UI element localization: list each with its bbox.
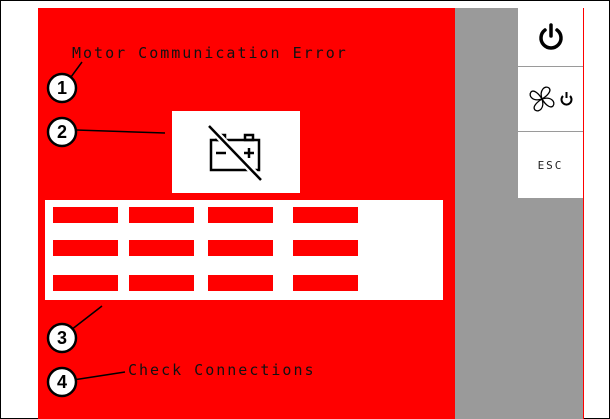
callout-4: 4 <box>46 366 82 402</box>
callout-3-label: 3 <box>57 328 67 348</box>
callout-lines <box>70 61 166 381</box>
callout-1: 1 <box>46 72 82 108</box>
callout-4-label: 4 <box>57 372 67 392</box>
callout-1-label: 1 <box>57 78 67 98</box>
callout-2-label: 2 <box>57 122 67 142</box>
callout-3: 3 <box>46 322 82 358</box>
callout-2: 2 <box>46 116 82 152</box>
